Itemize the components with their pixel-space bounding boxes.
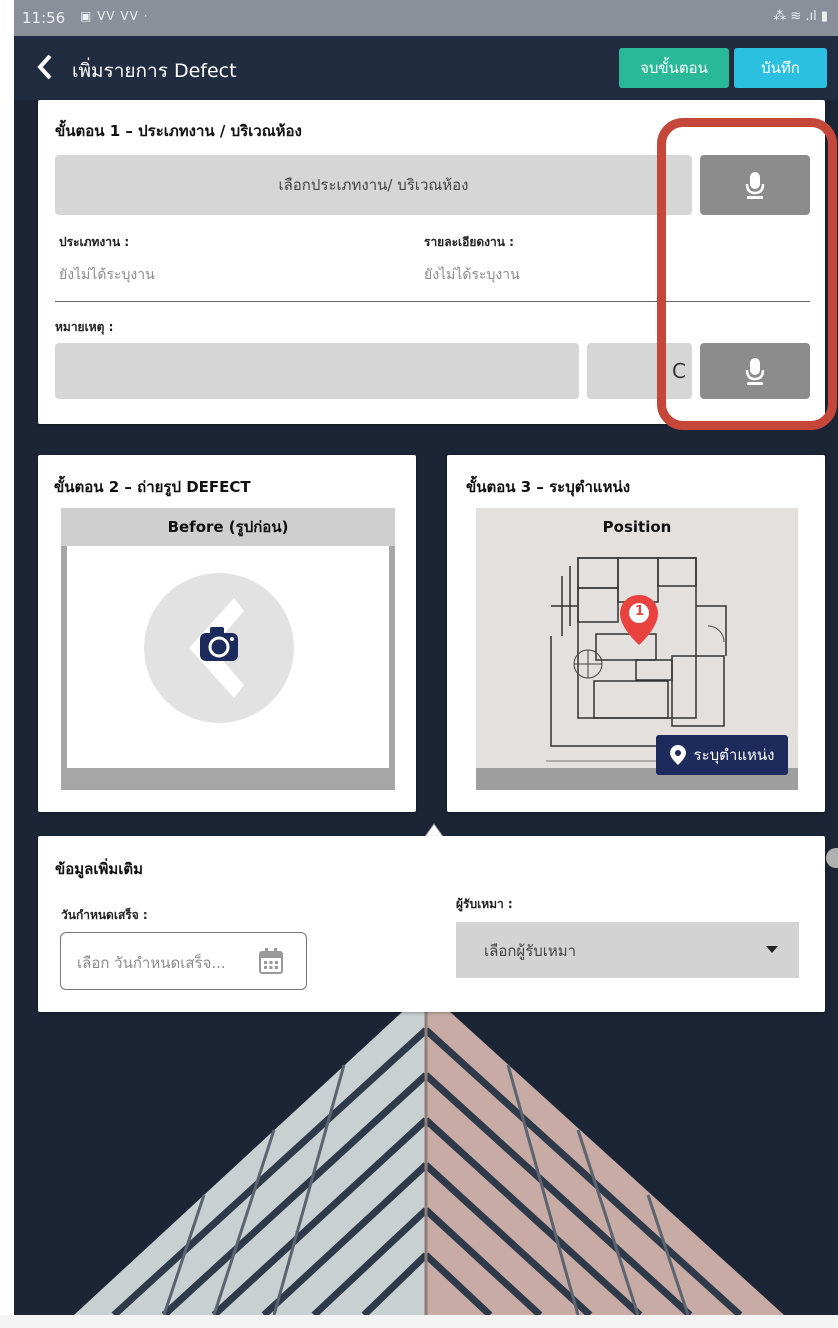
chevron-left-icon — [37, 54, 52, 80]
contractor-value: เลือกผู้รับเหมา — [484, 942, 577, 960]
work-detail-value: ยังไม่ได้ระบุงาน — [424, 267, 520, 283]
locate-position-button[interactable]: ระบุตำแหน่ง — [656, 735, 788, 775]
due-date-label: วันกำหนดเสร็จ : — [61, 908, 148, 922]
contractor-select[interactable]: เลือกผู้รับเหมา — [456, 922, 799, 978]
app-bar: เพิ่มรายการ Defect จบขั้นตอน บันทึก — [14, 36, 838, 100]
map-pin-icon — [620, 595, 658, 645]
notification-icons: ▣ ᐯᐯ ᐯᐯ · — [80, 9, 149, 23]
voice-buttons-highlight — [657, 118, 837, 430]
system-status-icons: ⁂ ≋ .ıl ▮ — [773, 9, 828, 24]
extra-info-title: ข้อมูลเพิ่มเติม — [55, 860, 144, 878]
step3-title: ขั้นตอน 3 – ระบุตำแหน่ง — [466, 478, 631, 496]
locate-position-label: ระบุตำแหน่ง — [693, 746, 775, 764]
step1-title: ขั้นตอน 1 – ประเภทงาน / บริเวณห้อง — [55, 122, 302, 140]
step2-card: ขั้นตอน 2 – ถ่ายรูป DEFECT Before (รูปก่… — [38, 455, 416, 812]
before-photo-header: Before (รูปก่อน) — [61, 508, 395, 546]
work-detail-label: รายละเอียดงาน : — [424, 235, 514, 249]
work-type-label: ประเภทงาน : — [59, 235, 130, 249]
extra-info-card: ข้อมูลเพิ่มเติม วันกำหนดเสร็จ : เลือก วั… — [38, 836, 825, 1012]
bottom-edge — [0, 1315, 838, 1328]
end-step-button[interactable]: จบขั้นตอน — [619, 48, 729, 88]
calendar-icon — [259, 948, 283, 974]
chevron-down-icon — [766, 946, 778, 953]
remark-input[interactable] — [55, 343, 579, 399]
before-photo-panel[interactable]: Before (รูปก่อน) — [61, 508, 395, 790]
save-button[interactable]: บันทึก — [734, 48, 827, 88]
step3-card: ขั้นตอน 3 – ระบุตำแหน่ง Position 1 ระบุต… — [447, 455, 825, 812]
step2-title: ขั้นตอน 2 – ถ่ายรูป DEFECT — [54, 478, 251, 496]
due-date-field[interactable]: เลือก วันกำหนดเสร็จ... — [60, 932, 307, 990]
select-work-type-button[interactable]: เลือกประเภทงาน/ บริเวณห้อง — [55, 155, 692, 215]
back-button[interactable] — [34, 52, 60, 82]
remark-label: หมายเหตุ : — [55, 320, 114, 334]
position-map-header: Position — [476, 508, 798, 546]
status-time: 11:56 — [22, 9, 66, 27]
position-map-panel[interactable]: Position 1 ระบุตำแหน่ง — [476, 508, 798, 790]
app-screen: 11:56 ▣ ᐯᐯ ᐯᐯ · ⁂ ≋ .ıl ▮ เพิ่มรายการ De… — [14, 0, 838, 1315]
contractor-label: ผู้รับเหมา : — [456, 897, 513, 911]
page-title: เพิ่มรายการ Defect — [72, 60, 237, 82]
map-pin-number: 1 — [635, 604, 645, 619]
location-pin-icon — [669, 745, 686, 765]
status-bar: 11:56 ▣ ᐯᐯ ᐯᐯ · ⁂ ≋ .ıl ▮ — [14, 0, 838, 36]
work-type-value: ยังไม่ได้ระบุงาน — [59, 267, 155, 283]
camera-placeholder-icon[interactable] — [144, 573, 294, 723]
due-date-placeholder: เลือก วันกำหนดเสร็จ... — [77, 954, 226, 972]
